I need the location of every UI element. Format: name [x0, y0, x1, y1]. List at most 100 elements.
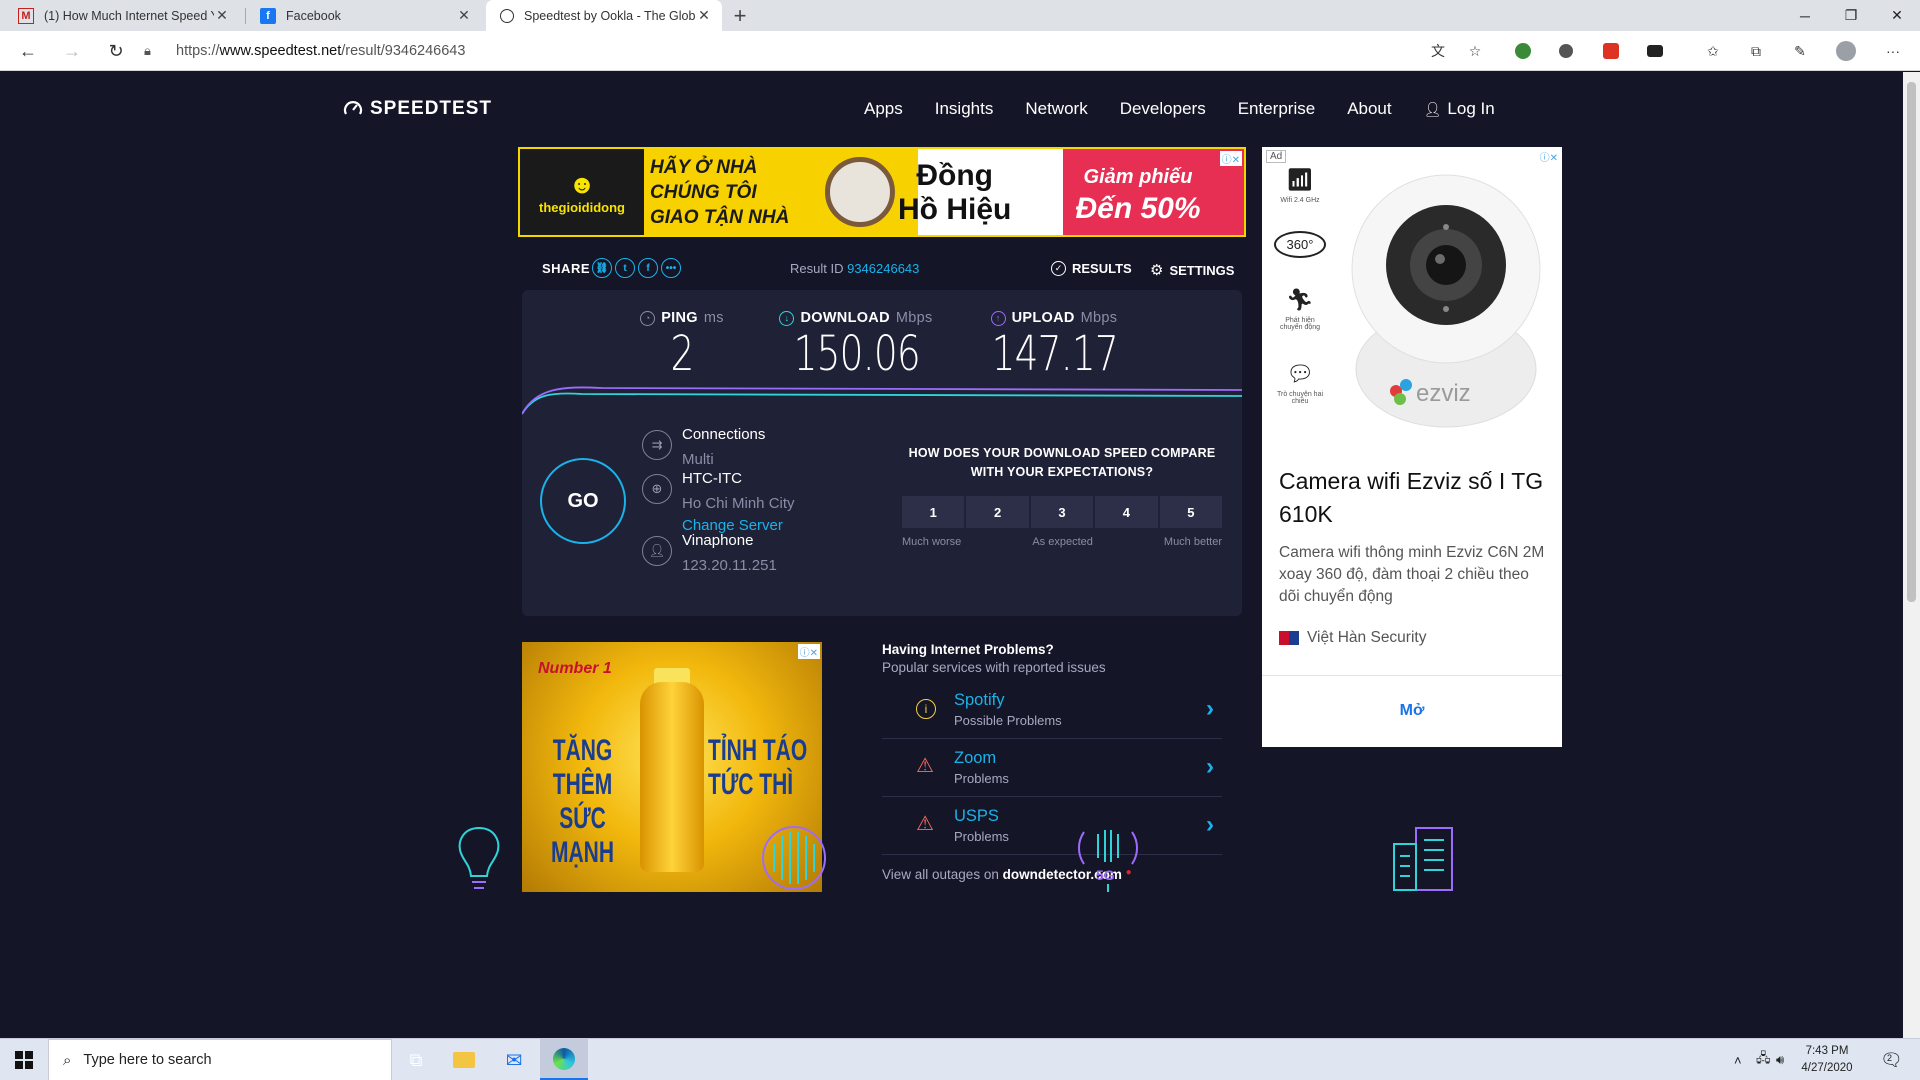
result-id-label: Result ID — [790, 261, 844, 276]
more-menu-icon[interactable]: ··· — [1883, 41, 1903, 61]
view-all-text: View all outages on — [882, 867, 999, 882]
back-button[interactable]: ← — [14, 37, 42, 65]
results-button[interactable]: ✓ RESULTS — [1051, 261, 1132, 276]
ad-label: Ad — [1266, 150, 1287, 163]
globe-icon: ⊕ — [642, 474, 672, 504]
start-button[interactable] — [0, 1039, 48, 1080]
adchoices-close-icon[interactable]: ⓘ✕ — [797, 644, 820, 659]
nav-insights[interactable]: Insights — [935, 99, 994, 119]
problem-row-spotify[interactable]: i Spotify Possible Problems › — [882, 681, 1222, 739]
browser-tab-gmail[interactable]: M (1) How Much Internet Speed Yo ✕ — [4, 0, 240, 31]
login-link[interactable]: 👤︎ Log In — [1424, 99, 1495, 119]
edge-button[interactable] — [540, 1039, 588, 1080]
feature-motion: 🏃︎ Phát hiện chuyển động — [1274, 287, 1326, 331]
login-label: Log In — [1447, 99, 1495, 118]
nav-about[interactable]: About — [1347, 99, 1391, 119]
extension-circle-icon[interactable] — [1556, 41, 1576, 61]
browser-tab-speedtest[interactable]: Speedtest by Ookla - The Global ✕ — [486, 0, 722, 31]
action-center[interactable]: 🗨︎ 2 — [1880, 1039, 1903, 1080]
file-explorer-button[interactable] — [440, 1039, 488, 1080]
problem-row-zoom[interactable]: ⚠ Zoom Problems › — [882, 739, 1222, 797]
host-ip: 123.20.11.251 — [682, 557, 777, 574]
task-view-button[interactable]: ⧉ — [392, 1039, 440, 1080]
clock-date: 4/27/2020 — [1801, 1062, 1853, 1074]
nav-network[interactable]: Network — [1025, 99, 1087, 119]
link-icon[interactable]: ⛓ — [592, 258, 612, 278]
folder-icon — [453, 1052, 475, 1068]
download-unit: Mbps — [895, 310, 933, 326]
feature-talk: 💬︎ Trò chuyện hai chiều — [1274, 361, 1326, 405]
upload-unit: Mbps — [1080, 310, 1118, 326]
problem-service-name: Zoom — [954, 749, 997, 767]
feedback-icon[interactable]: ✎ — [1790, 41, 1810, 61]
close-tab-icon[interactable]: ✕ — [214, 7, 230, 24]
facebook-share-icon[interactable]: f — [638, 258, 658, 278]
url-path: /result/9346246643 — [341, 43, 466, 59]
chat-bubble-icon: 💬︎ — [1286, 361, 1314, 386]
banner-line-1: HÃY Ở NHÀ — [650, 157, 758, 178]
result-id: Result ID 9346246643 — [790, 261, 919, 276]
network-tray[interactable]: 🖧 — [1756, 1039, 1771, 1080]
connections-icon: ⇉ — [642, 430, 672, 460]
speedtest-logo-icon — [343, 101, 363, 115]
nav-apps[interactable]: Apps — [864, 99, 903, 119]
ping-metric: ◔ PING ms 2 — [622, 310, 742, 382]
extension-mask-icon[interactable] — [1645, 41, 1665, 61]
survey-question: HOW DOES YOUR DOWNLOAD SPEED COMPARE WIT… — [908, 446, 1216, 479]
problem-service-name: USPS — [954, 807, 999, 825]
browser-tab-facebook[interactable]: f Facebook ✕ — [246, 0, 482, 31]
maximize-button[interactable]: ❐ — [1828, 0, 1874, 31]
warning-icon: ⚠ — [916, 755, 934, 777]
adchoices-close-icon[interactable]: ⓘ✕ — [1537, 149, 1560, 164]
survey-high-label: Much better — [1163, 536, 1222, 548]
download-value: 150.06 — [793, 326, 921, 382]
taskbar-search[interactable]: ⌕ Type here to search — [48, 1039, 392, 1080]
ad-title[interactable]: Camera wifi Ezviz số I TG 610K — [1279, 465, 1549, 531]
settings-button[interactable]: ⚙ SETTINGS — [1150, 261, 1234, 279]
nav-developers[interactable]: Developers — [1120, 99, 1206, 119]
survey-option-1[interactable]: 1 — [902, 496, 965, 528]
result-id-value[interactable]: 9346246643 — [847, 261, 919, 276]
go-button[interactable]: GO — [540, 458, 626, 544]
close-window-button[interactable]: ✕ — [1874, 0, 1920, 31]
top-banner-ad[interactable]: ☻ thegioididong HÃY Ở NHÀ CHÚNG TÔI GIAO… — [518, 147, 1246, 237]
survey-option-2[interactable]: 2 — [966, 496, 1029, 528]
results-label: RESULTS — [1072, 261, 1132, 276]
survey-option-3[interactable]: 3 — [1030, 496, 1094, 528]
page-scrollbar[interactable] — [1903, 72, 1920, 1038]
problem-row-usps[interactable]: ⚠ USPS Problems › — [882, 797, 1222, 855]
twitter-icon[interactable]: t — [615, 258, 635, 278]
favorite-star-icon[interactable]: ☆ — [1465, 41, 1485, 61]
translate-icon[interactable]: 文 — [1428, 41, 1448, 61]
profile-avatar[interactable] — [1836, 41, 1856, 61]
upload-graph-line — [522, 386, 1242, 415]
adchoices-close-icon[interactable]: ⓘ✕ — [1219, 151, 1242, 166]
new-tab-button[interactable]: + — [726, 3, 754, 29]
taskbar-clock[interactable]: 7:43 PM 4/27/2020 — [1782, 1043, 1872, 1077]
extension-record-icon[interactable] — [1601, 41, 1621, 61]
banner-mid-2: Hồ Hiệu — [898, 193, 1012, 226]
forward-button[interactable]: → — [58, 37, 86, 65]
refresh-button[interactable]: ↻ — [102, 37, 130, 65]
camera-ad[interactable]: Ad ⓘ✕ 📶︎ Wifi 2.4 GHz 360° 🏃︎ Phát hiện ch… — [1262, 147, 1562, 747]
nav-enterprise[interactable]: Enterprise — [1238, 99, 1315, 119]
mail-icon: ✉ — [505, 1049, 523, 1072]
ad-open-button[interactable]: Mở — [1262, 702, 1562, 720]
banner-line-2: CHÚNG TÔI — [650, 182, 757, 203]
scrollbar-thumb[interactable] — [1907, 82, 1916, 602]
show-hidden-icons[interactable]: ˄ — [1734, 1039, 1742, 1080]
feature-talk-label: Trò chuyện hai chiều — [1276, 391, 1324, 405]
logo-text: SPEEDTEST — [370, 98, 492, 119]
survey-option-5[interactable]: 5 — [1159, 496, 1223, 528]
mail-button[interactable]: ✉ — [490, 1039, 538, 1080]
favorites-list-icon[interactable]: ✩ — [1703, 41, 1723, 61]
more-share-icon[interactable]: ••• — [661, 258, 681, 278]
survey-option-4[interactable]: 4 — [1095, 496, 1158, 528]
address-bar[interactable]: 🔒︎ https:// www.speedtest.net /result/93… — [144, 35, 1474, 67]
close-tab-icon[interactable]: ✕ — [456, 7, 472, 24]
collections-icon[interactable]: ⧉ — [1746, 41, 1766, 61]
speedtest-logo[interactable]: SPEEDTEST — [342, 98, 492, 120]
close-tab-icon[interactable]: ✕ — [696, 7, 712, 24]
minimize-button[interactable]: ─ — [1782, 0, 1828, 31]
extension-globe-icon[interactable] — [1513, 41, 1533, 61]
